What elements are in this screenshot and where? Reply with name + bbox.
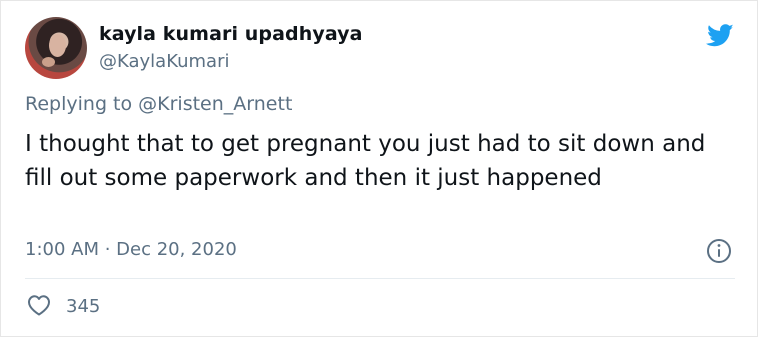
info-icon[interactable] [705,237,733,265]
avatar[interactable] [25,17,87,79]
tweet-timestamp[interactable]: 1:00 AM · Dec 20, 2020 [25,239,237,260]
avatar-face [49,34,66,57]
author-name[interactable]: kayla kumari upadhyaya [99,23,363,45]
tweet-card: kayla kumari upadhyaya @KaylaKumari Repl… [0,0,758,337]
tweet-body: I thought that to get pregnant you just … [25,131,706,191]
author-handle[interactable]: @KaylaKumari [99,51,229,72]
avatar-hand [42,57,55,67]
heart-icon[interactable] [25,293,53,317]
reply-context[interactable]: Replying to @Kristen_Arnett [25,93,292,115]
like-count: 345 [66,296,101,317]
tweet-divider [25,278,735,279]
twitter-bird-icon [706,24,734,47]
